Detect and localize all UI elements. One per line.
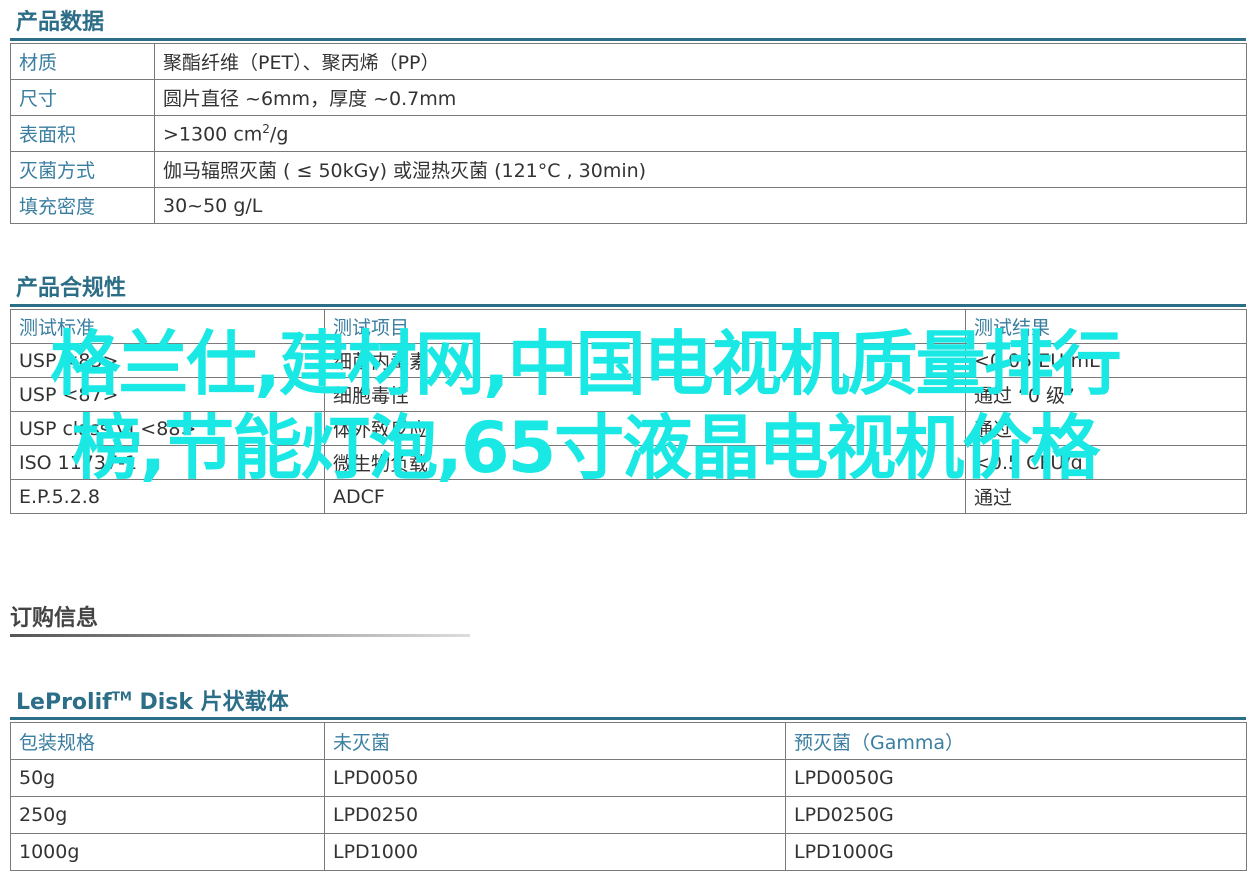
lerolif-rule: [10, 717, 1246, 720]
table-row: 尺寸 圆片直径 ~6mm，厚度 ~0.7mm: [10, 79, 1247, 116]
table-row: 表面积 >1300 cm2/g: [10, 115, 1247, 152]
table-cell: USP <85>: [10, 343, 325, 378]
table-cell: 1000g: [10, 833, 325, 871]
row-label: 尺寸: [10, 79, 155, 116]
row-label: 填充密度: [10, 187, 155, 224]
column-header: 测试项目: [324, 309, 966, 344]
row-value: 伽马辐照灭菌 ( ≤ 50kGy) 或湿热灭菌 (121°C , 30min): [154, 151, 1247, 188]
column-header: 测试结果: [965, 309, 1247, 344]
table-cell: ADCF: [324, 479, 966, 514]
table-cell: LPD0250G: [785, 796, 1247, 834]
table-cell: LPD0050G: [785, 759, 1247, 797]
compliance-title: 产品合规性: [16, 276, 127, 301]
table-cell: 通过 “0 级”: [965, 377, 1247, 412]
table-row: 填充密度 30~50 g/L: [10, 187, 1247, 224]
column-header: 包装规格: [10, 722, 325, 760]
table-cell: 体外致反应: [324, 411, 966, 446]
row-value: 聚酯纤维（PET）、聚丙烯（PP）: [154, 43, 1247, 80]
order-info-divider: [10, 634, 470, 637]
table-cell: USP <87>: [10, 377, 325, 412]
table-header-row: 测试标准 测试项目 测试结果: [10, 309, 1247, 344]
surface-area-suffix: /g: [269, 123, 289, 146]
row-value: 30~50 g/L: [154, 187, 1247, 224]
table-header-row: 包装规格 未灭菌 预灭菌（Gamma）: [10, 722, 1247, 760]
product-data-rule: [10, 38, 1246, 41]
lerolif-table: 包装规格 未灭菌 预灭菌（Gamma） 50g LPD0050 LPD0050G…: [10, 722, 1247, 871]
table-cell: 250g: [10, 796, 325, 834]
table-cell: 50g: [10, 759, 325, 797]
table-row: USP <85> 细菌内毒素 <0.05 EU/mL: [10, 343, 1247, 378]
compliance-rule: [10, 304, 1246, 307]
table-row: 灭菌方式 伽马辐照灭菌 ( ≤ 50kGy) 或湿热灭菌 (121°C , 30…: [10, 151, 1247, 188]
compliance-table: 测试标准 测试项目 测试结果 USP <85> 细菌内毒素 <0.05 EU/m…: [10, 309, 1247, 514]
table-cell: <0.5 CFU/g: [965, 445, 1247, 480]
table-cell: 微生物负载: [324, 445, 966, 480]
table-row: E.P.5.2.8 ADCF 通过: [10, 479, 1247, 514]
table-cell: 细胞毒性: [324, 377, 966, 412]
order-info-title: 订购信息: [10, 606, 99, 631]
column-header: 未灭菌: [324, 722, 786, 760]
table-cell: 细菌内毒素: [324, 343, 966, 378]
table-row: USP class VI <88> 体外致反应 通过: [10, 411, 1247, 446]
surface-area-prefix: >1300 cm: [163, 123, 263, 146]
product-data-title: 产品数据: [16, 10, 105, 35]
table-cell: LPD1000: [324, 833, 786, 871]
table-row: 250g LPD0250 LPD0250G: [10, 796, 1247, 834]
table-row: 材质 聚酯纤维（PET）、聚丙烯（PP）: [10, 43, 1247, 80]
table-cell: 通过: [965, 479, 1247, 514]
lerolif-brand: LeProlif: [16, 690, 112, 715]
row-label: 材质: [10, 43, 155, 80]
table-row: 1000g LPD1000 LPD1000G: [10, 833, 1247, 871]
product-data-table: 材质 聚酯纤维（PET）、聚丙烯（PP） 尺寸 圆片直径 ~6mm，厚度 ~0.…: [10, 43, 1247, 224]
surface-area-exponent: 2: [262, 121, 270, 136]
table-cell: ISO 11737-1: [10, 445, 325, 480]
table-cell: 通过: [965, 411, 1247, 446]
lerolif-title-rest: Disk 片状载体: [131, 690, 289, 715]
table-row: 50g LPD0050 LPD0050G: [10, 759, 1247, 797]
lerolif-title: LeProlifTM Disk 片状载体: [16, 684, 289, 716]
table-cell: E.P.5.2.8: [10, 479, 325, 514]
table-cell: LPD0050: [324, 759, 786, 797]
table-cell: LPD0250: [324, 796, 786, 834]
table-row: USP <87> 细胞毒性 通过 “0 级”: [10, 377, 1247, 412]
table-row: ISO 11737-1 微生物负载 <0.5 CFU/g: [10, 445, 1247, 480]
row-label: 表面积: [10, 115, 155, 152]
column-header: 预灭菌（Gamma）: [785, 722, 1247, 760]
table-cell: USP class VI <88>: [10, 411, 325, 446]
row-value: 圆片直径 ~6mm，厚度 ~0.7mm: [154, 79, 1247, 116]
trademark-mark: TM: [111, 689, 132, 704]
row-label: 灭菌方式: [10, 151, 155, 188]
row-value: >1300 cm2/g: [154, 115, 1247, 152]
column-header: 测试标准: [10, 309, 325, 344]
table-cell: <0.05 EU/mL: [965, 343, 1247, 378]
table-cell: LPD1000G: [785, 833, 1247, 871]
